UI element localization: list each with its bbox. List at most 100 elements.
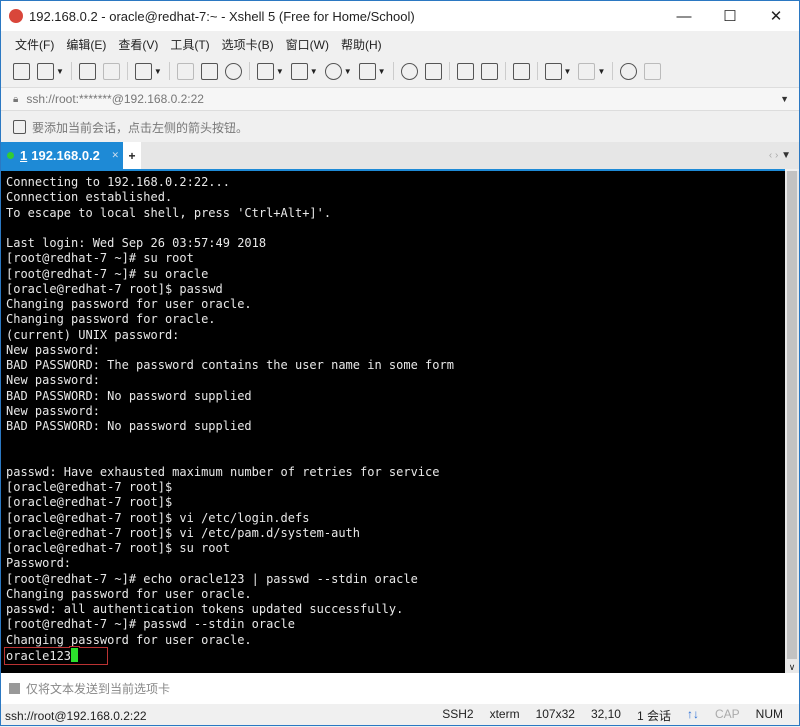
terminal-line: BAD PASSWORD: The password contains the … bbox=[6, 358, 454, 372]
terminal-line: New password: bbox=[6, 373, 100, 388]
title-bar: 192.168.0.2 - oracle@redhat-7:~ - Xshell… bbox=[1, 1, 799, 31]
status-connection: ssh://root@192.168.0.2:22 bbox=[5, 708, 147, 723]
compose-placeholder: 仅将文本发送到当前选项卡 bbox=[26, 682, 171, 696]
cursor bbox=[71, 647, 79, 662]
divider bbox=[168, 62, 170, 80]
menu-tabs[interactable]: 选项卡(B) bbox=[222, 36, 274, 53]
terminal-line: Password: bbox=[6, 556, 72, 571]
new-tab-icon[interactable] bbox=[544, 62, 562, 80]
close-button[interactable]: ✕ bbox=[753, 1, 799, 31]
terminal-line: [oracle@redhat-7 root]$ passwd bbox=[6, 281, 223, 296]
terminal-line: New password: bbox=[6, 342, 100, 357]
terminal-input-line[interactable]: oracle123 bbox=[3, 646, 109, 665]
terminal-line: [oracle@redhat-7 root]$ vi /etc/login.de… bbox=[6, 510, 310, 525]
add-tab-button[interactable]: + bbox=[123, 142, 141, 169]
status-protocol: SSH2 bbox=[442, 707, 474, 721]
scrollbar-thumb[interactable] bbox=[787, 171, 797, 659]
transfer-arrows-icon: ↑↓ bbox=[686, 707, 699, 721]
minimize-button[interactable]: — bbox=[661, 1, 707, 31]
font-icon[interactable] bbox=[358, 62, 376, 80]
terminal-line: [root@redhat-7 ~]# su oracle bbox=[6, 266, 209, 281]
compose-bar[interactable]: 仅将文本发送到当前选项卡 bbox=[1, 673, 799, 704]
divider bbox=[448, 62, 450, 80]
terminal-line: BAD PASSWORD: No password supplied bbox=[6, 388, 252, 403]
window-title: 192.168.0.2 - oracle@redhat-7:~ - Xshell… bbox=[29, 8, 415, 24]
terminal-line: [oracle@redhat-7 root]$ bbox=[6, 480, 173, 494]
properties-icon[interactable] bbox=[134, 62, 152, 80]
lock-icon[interactable] bbox=[480, 62, 498, 80]
add-session-arrow-icon[interactable] bbox=[13, 120, 26, 134]
tab-session-1[interactable]: 1 192.168.0.2 ✕ bbox=[1, 142, 123, 169]
lock-icon: 🔒︎ bbox=[13, 93, 19, 105]
terminal-line: passwd: Have exhausted maximum number of… bbox=[6, 464, 440, 479]
terminal-line: [oracle@redhat-7 root]$ bbox=[6, 495, 173, 510]
terminal-output: Connecting to 192.168.0.2:22... Connectio… bbox=[6, 175, 785, 648]
help-icon[interactable] bbox=[620, 62, 638, 80]
toolbar: ▼ ▼ ▼ ▼ ▼ ▼ ▼ ▼ bbox=[1, 57, 799, 85]
copy-icon[interactable] bbox=[176, 62, 194, 80]
terminal-line: passwd: all authentication tokens update… bbox=[6, 602, 404, 616]
terminal-line: Connecting to 192.168.0.2:22... bbox=[6, 175, 230, 189]
terminal-scrollbar[interactable]: ∨ bbox=[785, 171, 799, 673]
globe-icon[interactable] bbox=[324, 62, 342, 80]
open-folder-icon[interactable] bbox=[37, 62, 54, 80]
terminal-line: Connection established. bbox=[6, 190, 173, 205]
terminal-line: New password: bbox=[6, 403, 100, 418]
paste-icon[interactable] bbox=[200, 62, 218, 80]
disconnect-icon[interactable] bbox=[102, 62, 120, 80]
find-icon[interactable] bbox=[224, 62, 242, 80]
terminal-line: Changing password for user oracle. bbox=[6, 632, 252, 647]
xmanager-icon[interactable] bbox=[424, 62, 442, 80]
session-hint-bar: 要添加当前会话，点击左侧的箭头按钮。 bbox=[1, 113, 799, 141]
divider bbox=[504, 62, 506, 80]
status-bar: ssh://root@192.168.0.2:22 SSH2 xterm 107… bbox=[1, 704, 799, 727]
menu-help[interactable]: 帮助(H) bbox=[341, 36, 382, 53]
connected-status-icon bbox=[7, 152, 14, 159]
address-input[interactable]: ssh://root:*******@192.168.0.2:22 bbox=[26, 92, 204, 106]
menu-tools[interactable]: 工具(T) bbox=[170, 36, 209, 53]
chevron-down-icon[interactable]: ▼ bbox=[780, 94, 789, 104]
transfer-icon[interactable] bbox=[290, 62, 308, 80]
divider bbox=[392, 62, 394, 80]
keyboard-icon[interactable] bbox=[512, 62, 530, 80]
new-session-icon[interactable] bbox=[13, 62, 30, 80]
session-hint: 要添加当前会话，点击左侧的箭头按钮。 bbox=[32, 120, 249, 135]
terminal-line: [root@redhat-7 ~]# passwd --stdin oracle bbox=[6, 617, 295, 632]
divider bbox=[126, 62, 128, 80]
divider bbox=[70, 62, 72, 80]
terminal-line: To escape to local shell, press 'Ctrl+Al… bbox=[6, 205, 332, 220]
divider bbox=[248, 62, 250, 80]
menu-file[interactable]: 文件(F) bbox=[15, 36, 54, 53]
xftp-icon[interactable] bbox=[400, 62, 418, 80]
layout-icon[interactable] bbox=[578, 62, 596, 80]
menu-edit[interactable]: 编辑(E) bbox=[66, 36, 106, 53]
connect-icon[interactable] bbox=[78, 62, 96, 80]
terminal-line: Changing password for oracle. bbox=[6, 312, 216, 327]
maximize-button[interactable]: ☐ bbox=[707, 1, 753, 31]
menu-window[interactable]: 窗口(W) bbox=[286, 36, 329, 53]
menu-bar: 文件(F) 编辑(E) 查看(V) 工具(T) 选项卡(B) 窗口(W) 帮助(… bbox=[1, 31, 799, 57]
fullscreen-icon[interactable] bbox=[456, 62, 474, 80]
chat-icon[interactable] bbox=[644, 62, 662, 80]
terminal-line: [root@redhat-7 ~]# echo oracle123 | pass… bbox=[6, 571, 418, 586]
tab-bar: 1 192.168.0.2 ✕ + ‹ › ▼ bbox=[1, 142, 799, 169]
close-tab-icon[interactable]: ✕ bbox=[111, 150, 119, 161]
typed-text: oracle123 bbox=[6, 648, 72, 663]
terminal-line: [oracle@redhat-7 root]$ vi /etc/pam.d/sy… bbox=[6, 525, 361, 540]
scroll-down-icon[interactable]: ∨ bbox=[785, 662, 799, 673]
status-size: 107x32 bbox=[535, 707, 575, 721]
print-icon[interactable] bbox=[256, 62, 274, 80]
address-bar[interactable]: 🔒︎ ssh://root:*******@192.168.0.2:22 ▼ bbox=[1, 87, 799, 111]
tab-index: 1 bbox=[20, 148, 28, 163]
tab-scroll-icon[interactable]: ‹ › ▼ bbox=[769, 150, 791, 161]
terminal[interactable]: Connecting to 192.168.0.2:22... Connectio… bbox=[1, 169, 785, 673]
tab-label: 192.168.0.2 bbox=[31, 148, 100, 163]
divider bbox=[536, 62, 538, 80]
status-cap: CAP bbox=[714, 707, 740, 721]
status-cursor: 32,10 bbox=[590, 707, 621, 721]
menu-view[interactable]: 查看(V) bbox=[118, 36, 158, 53]
terminal-line: Changing password for user oracle. bbox=[6, 297, 252, 311]
compose-icon bbox=[9, 683, 20, 694]
